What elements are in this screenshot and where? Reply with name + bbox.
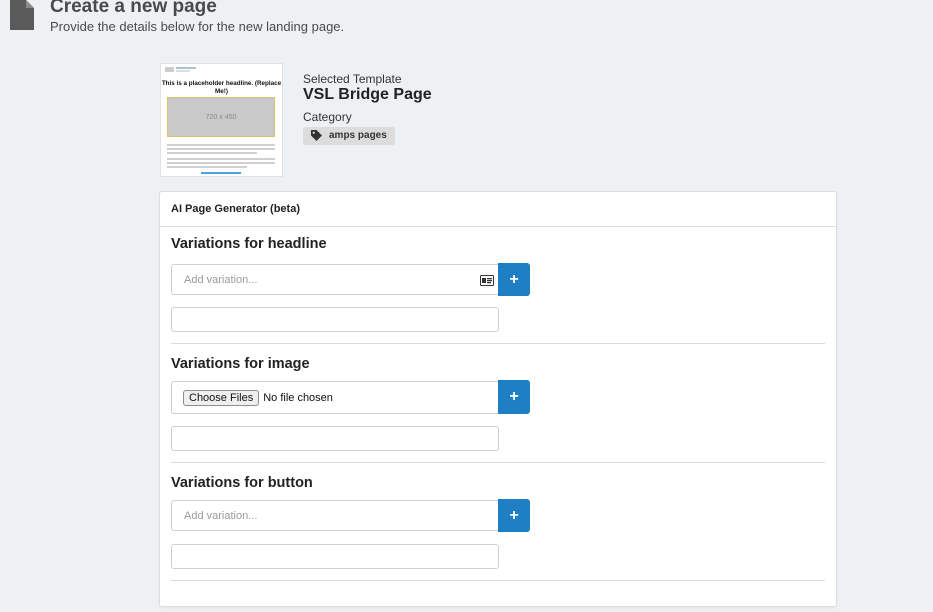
thumbnail-logo (165, 67, 174, 72)
file-status: No file chosen (263, 391, 333, 404)
image-section-title: Variations for image (171, 356, 310, 372)
button-input-placeholder: Add variation... (184, 509, 258, 522)
thumbnail-text-line (167, 144, 275, 146)
add-image-variation-button[interactable]: + (498, 380, 530, 414)
category-badge: amps pages (303, 127, 395, 145)
button-variation-input[interactable]: Add variation... (171, 500, 498, 531)
ai-page-generator-panel: AI Page Generator (beta) Variations for … (159, 191, 837, 607)
page-subtitle: Provide the details below for the new la… (50, 19, 345, 34)
thumbnail-text-line (167, 158, 275, 160)
section-divider (171, 580, 825, 581)
page-title: Create a new page (50, 0, 217, 17)
headline-variation-field[interactable] (171, 307, 499, 332)
page-header: Create a new page Provide the details be… (10, 0, 344, 34)
template-thumbnail[interactable]: This is a placeholder headline. (Replace… (160, 63, 283, 177)
headline-variation-input[interactable]: Add variation... (171, 264, 498, 295)
thumbnail-image-label: 720 x 450 (205, 113, 237, 121)
section-divider (171, 343, 825, 344)
image-file-input[interactable]: Choose Files No file chosen (171, 381, 498, 414)
headline-variations-section: Variations for headline Add variation...… (171, 236, 825, 332)
thumbnail-headline: This is a placeholder headline. (Replace… (161, 80, 282, 95)
choose-files-button[interactable]: Choose Files (183, 389, 260, 406)
thumbnail-text-line (167, 152, 257, 154)
thumbnail-button (201, 172, 241, 174)
panel-header: AI Page Generator (beta) (160, 192, 836, 227)
image-variation-field[interactable] (171, 426, 499, 451)
thumbnail-image-placeholder: 720 x 450 (167, 97, 275, 137)
selected-template-label: Selected Template (303, 72, 402, 86)
button-section-title: Variations for button (171, 475, 313, 491)
image-variations-section: Variations for image Choose Files No fil… (171, 356, 825, 451)
tag-icon (311, 130, 322, 141)
document-icon (10, 0, 34, 30)
button-variations-section: Variations for button Add variation... + (171, 475, 825, 569)
button-variation-field[interactable] (171, 544, 499, 569)
category-label: Category (303, 110, 352, 124)
thumbnail-text-line (167, 162, 275, 164)
add-button-variation-button[interactable]: + (498, 499, 530, 532)
section-divider (171, 462, 825, 463)
selected-template-name: VSL Bridge Page (303, 86, 432, 103)
thumbnail-text-line (176, 67, 196, 69)
headline-section-title: Variations for headline (171, 236, 327, 252)
thumbnail-text-line (176, 70, 190, 72)
headline-input-placeholder: Add variation... (184, 273, 258, 286)
add-headline-variation-button[interactable]: + (498, 263, 530, 296)
template-info: Selected Template VSL Bridge Page Catego… (303, 72, 432, 146)
thumbnail-text-line (167, 166, 247, 168)
id-card-icon[interactable] (480, 275, 494, 286)
thumbnail-text-line (167, 148, 275, 150)
category-value: amps pages (329, 130, 387, 141)
